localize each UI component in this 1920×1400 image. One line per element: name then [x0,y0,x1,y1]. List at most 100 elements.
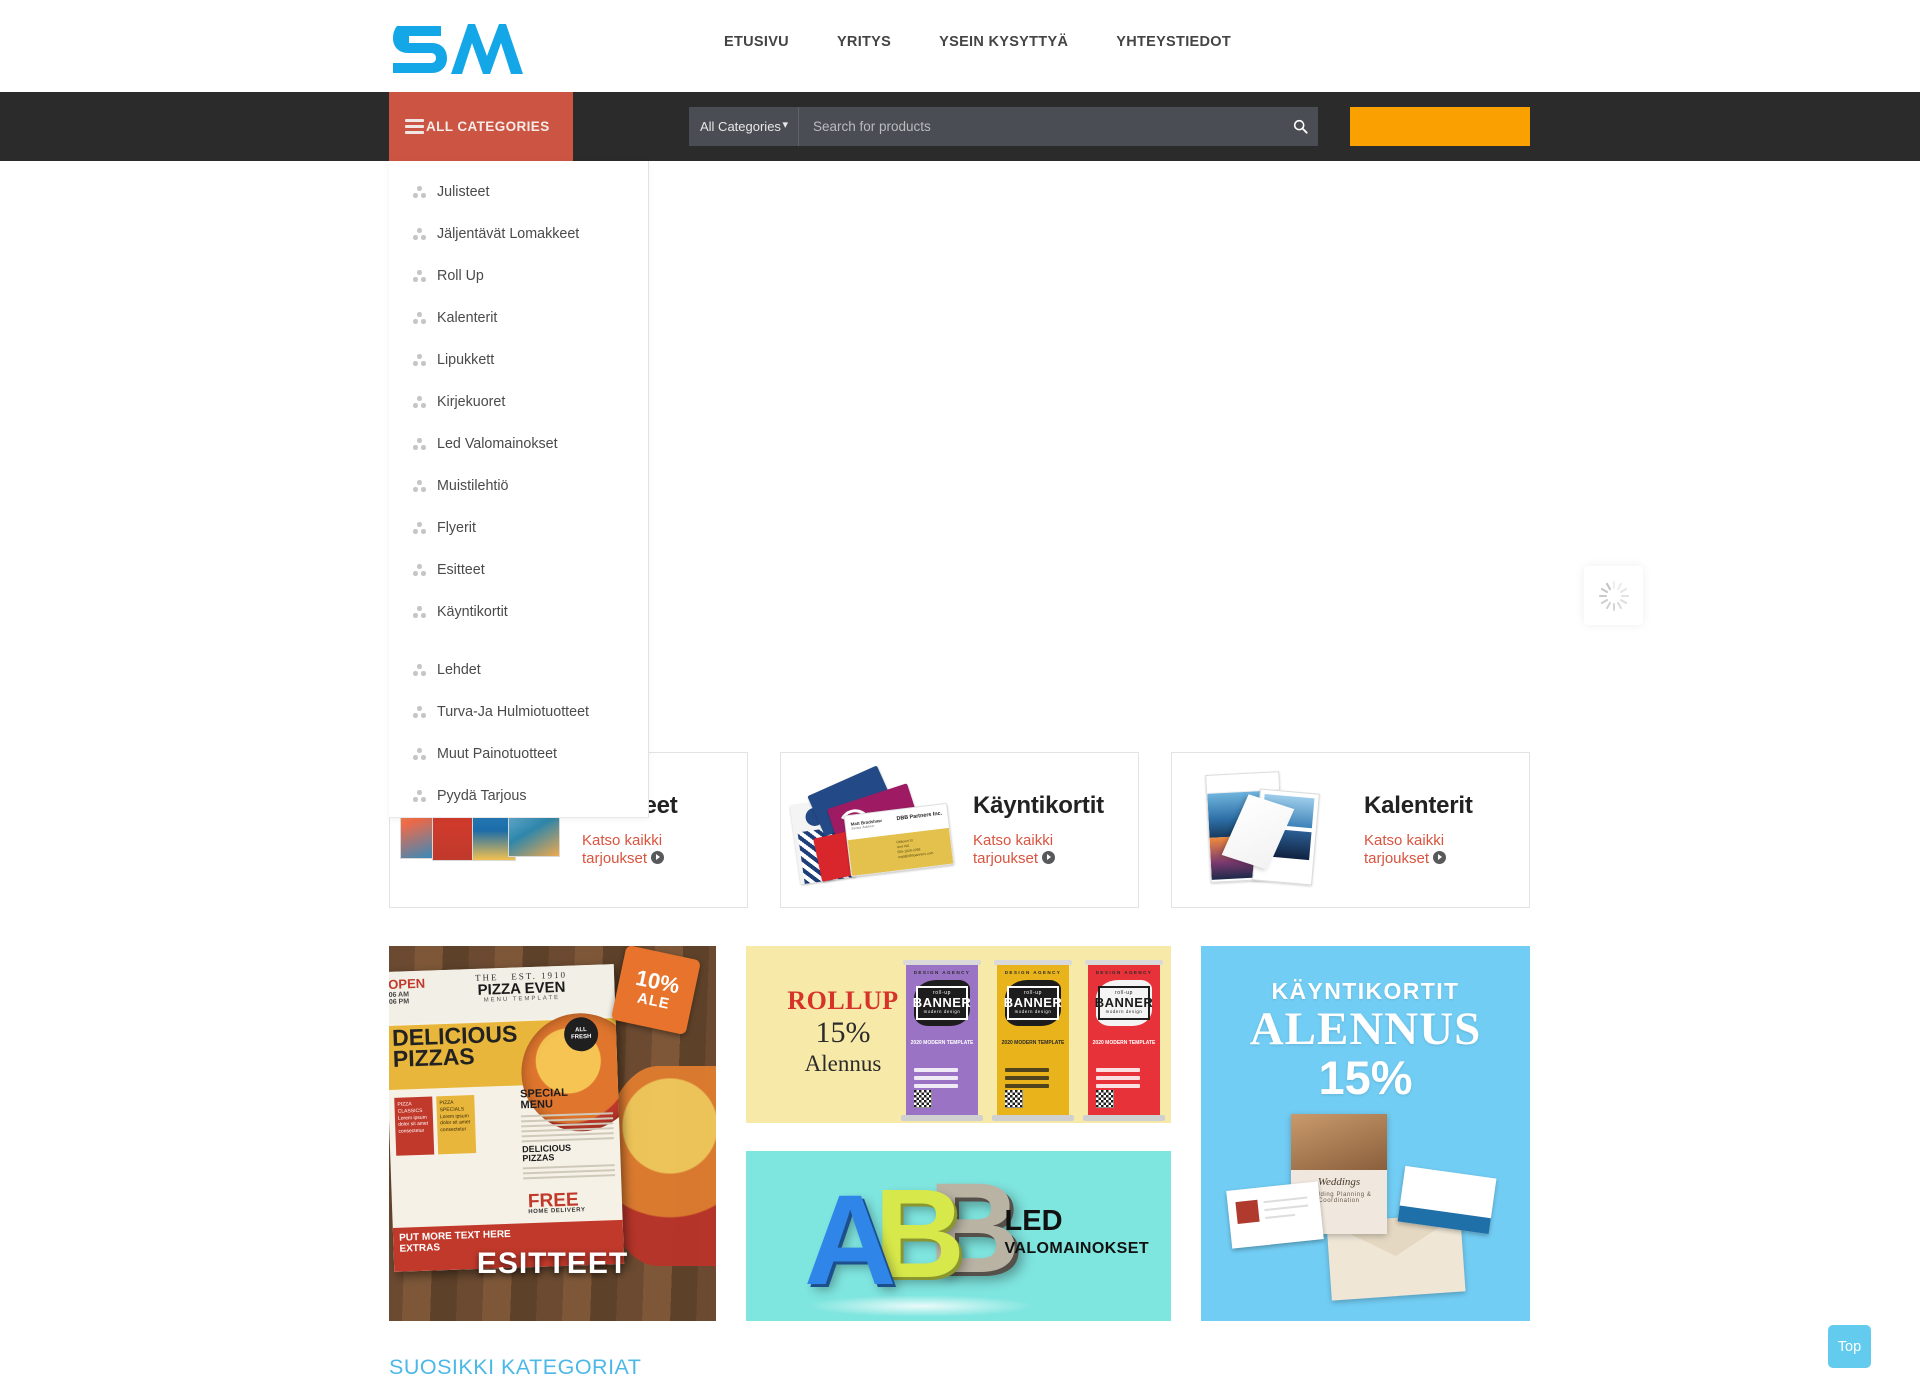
category-menu-item[interactable]: Käyntikortit [389,591,648,633]
cart-button[interactable] [1350,107,1530,146]
flyer-open-label: OPEN 06 AM 06 PM [389,975,426,1006]
flyer-column-specials: PIZZA SPECIALS Lorem ipsum dolor sit amet c… [436,1095,477,1155]
category-menu-item-label: Lehdet [437,662,481,678]
banner-led-valomainokset[interactable]: B B A LED VALOMAINOKSET [746,1151,1171,1321]
business-cards-image: Matt Bradshaw Senior Advisor DBB Partners… [787,765,965,895]
category-menu-item[interactable]: Muistilehtiö [389,465,648,507]
sitemap-icon [413,312,426,324]
nav-item-yhteystiedot[interactable]: YHTEYSTIEDOT [1092,34,1255,50]
category-menu-item[interactable]: Jäljentävät Lomakkeet [389,213,648,255]
arrow-right-icon [1042,850,1056,864]
sitemap-icon [413,522,426,534]
loading-spinner [1584,566,1643,625]
discount-badge: 10% ALE [610,946,702,1036]
promo-card-link[interactable]: Katso kaikki tarjoukset [582,832,712,867]
bc-line3: 15% [1318,1051,1413,1104]
category-menu-item[interactable]: Led Valomainokset [389,423,648,465]
hero-slider-area [649,161,1920,731]
arrow-right-icon [651,850,665,864]
bc-line2: ALENNUS [1249,1003,1482,1055]
sm-logo-icon [393,24,523,74]
business-cards-artwork: Weddings Wedding Planning & Coordination [1223,1114,1509,1304]
scroll-to-top-button[interactable]: Top [1828,1325,1871,1368]
category-menu-item[interactable]: Julisteet [389,171,648,213]
loading-spinner-icon [1598,580,1629,611]
rollup-big: BANNER [912,995,972,1010]
category-menu-item[interactable]: Lehdet [389,649,648,691]
bc-line1: KÄYNTIKORTIT [1271,978,1460,1004]
sitemap-icon [413,186,426,198]
sitemap-icon [413,480,426,492]
promo-card-link[interactable]: Katso kaikki tarjoukset [1364,832,1494,867]
promo-card-text: Kalenterit Katso kaikki tarjoukset [1356,792,1494,868]
site-header: ETUSIVU YRITYS YSEIN KYSYTTYÄ YHTEYSTIED… [0,0,1920,92]
all-categories-button[interactable]: ALL CATEGORIES [389,92,573,161]
promo-card-kayntikortit[interactable]: Matt Bradshaw Senior Advisor DBB Partners… [780,752,1139,908]
qr-code-icon [914,1090,932,1108]
rollup-big: BANNER [1003,995,1063,1010]
category-menu-item[interactable]: Muut Painotuotteet [389,733,648,775]
sitemap-icon [413,790,426,802]
category-select[interactable]: All Categories [689,107,799,146]
rollup-agency-label: DESIGN AGENCY [913,970,971,975]
category-menu-item-label: Roll Up [437,268,484,284]
sitemap-icon [413,664,426,676]
banner-esitteet[interactable]: OPEN 06 AM 06 PM THE EST. 1910 PIZZA EVEN M… [389,946,716,1321]
rollup-agency-label: DESIGN AGENCY [1004,970,1062,975]
category-select-wrapper: All Categories ▾ [689,107,799,146]
nav-item-ysein-kysyttya[interactable]: YSEIN KYSYTTYÄ [915,34,1092,50]
sitemap-icon [413,270,426,282]
rollup-line2: 15% [815,1016,871,1049]
category-menu-item[interactable]: Esitteet [389,549,648,591]
flyer-column-classics: PIZZA CLASSICS Lorem ipsum dolor sit amet c… [394,1096,435,1156]
rollup-meta: 2020 MODERN TEMPLATE [1001,1040,1065,1046]
category-menu-item-label: Muut Painotuotteet [437,746,558,762]
banner-esitteet-caption: ESITTEET [476,1247,629,1280]
rollup-line1: ROLLUP [787,986,899,1015]
qr-code-icon [1096,1090,1114,1108]
sitemap-icon [413,438,426,450]
category-menu-item[interactable]: Roll Up [389,255,648,297]
category-menu-item[interactable]: Lipukkett [389,339,648,381]
promo-card-title: Kalenterit [1364,792,1473,820]
category-menu-item-label: Turva-Ja Hulmiotuotteet [437,704,590,720]
category-menu-item-label: Jäljentävät Lomakkeet [437,226,580,242]
nav-item-etusivu[interactable]: ETUSIVU [700,34,813,50]
category-menu-item[interactable]: Kirjekuoret [389,381,648,423]
promo-card-title: Käyntikortit [973,792,1104,820]
search-input[interactable] [799,107,1282,146]
banner-kayntikortit-alennus[interactable]: KÄYNTIKORTIT ALENNUS 15% Weddings Weddin… [1201,946,1530,1321]
promo-card-text: Käyntikortit Katso kaikki tarjoukset [965,792,1104,868]
category-menu-item[interactable]: Turva-Ja Hulmiotuotteet [389,691,648,733]
search-icon [1293,119,1308,134]
sitemap-icon [413,354,426,366]
nav-item-yritys[interactable]: YRITYS [813,34,915,50]
category-menu-item-label: Julisteet [437,184,490,200]
main-navigation: ETUSIVU YRITYS YSEIN KYSYTTYÄ YHTEYSTIED… [700,34,1255,50]
category-menu-item[interactable]: Pyydä Tarjous [389,775,648,817]
category-menu-item-label: Led Valomainokset [437,436,558,452]
site-logo[interactable] [389,16,539,78]
category-menu-item-label: Lipukkett [437,352,495,368]
banner-rollup[interactable]: ROLLUP 15% Alennus DESIGN AGENCY roll-up… [746,946,1171,1123]
led-text-block: LED VALOMAINOKSET [1005,1207,1149,1258]
led-line2: VALOMAINOKSET [1004,1240,1149,1257]
rollup-line3: Alennus [804,1050,882,1076]
flyer-headline: DELICIOUS PIZZAS [391,1020,518,1072]
rollup-banner-2: DESIGN AGENCY roll-up BANNER modern design… [992,960,1074,1121]
calendars-image: 2014 [1178,765,1356,895]
category-menu-item[interactable]: Flyerit [389,507,648,549]
category-menu-item[interactable]: Kalenterit [389,297,648,339]
search-button[interactable] [1282,107,1318,146]
promo-card-kalenterit[interactable]: 2014 Kalenterit Katso kaikki tarjoukset [1171,752,1530,908]
promo-card-link[interactable]: Katso kaikki tarjoukset [973,832,1103,867]
category-menu-item-label: Esitteet [437,562,485,578]
led-line1: LED [1004,1205,1063,1237]
sitemap-icon [413,706,426,718]
sitemap-icon [413,396,426,408]
category-menu-item-label: Kalenterit [437,310,498,326]
flyer-menu: SPECIAL MENU DELICIOUS PIZZAS [520,1086,616,1182]
sitemap-icon [413,564,426,576]
category-menu-item-label: Kirjekuoret [437,394,506,410]
rollup-meta: 2020 MODERN TEMPLATE [910,1040,974,1046]
